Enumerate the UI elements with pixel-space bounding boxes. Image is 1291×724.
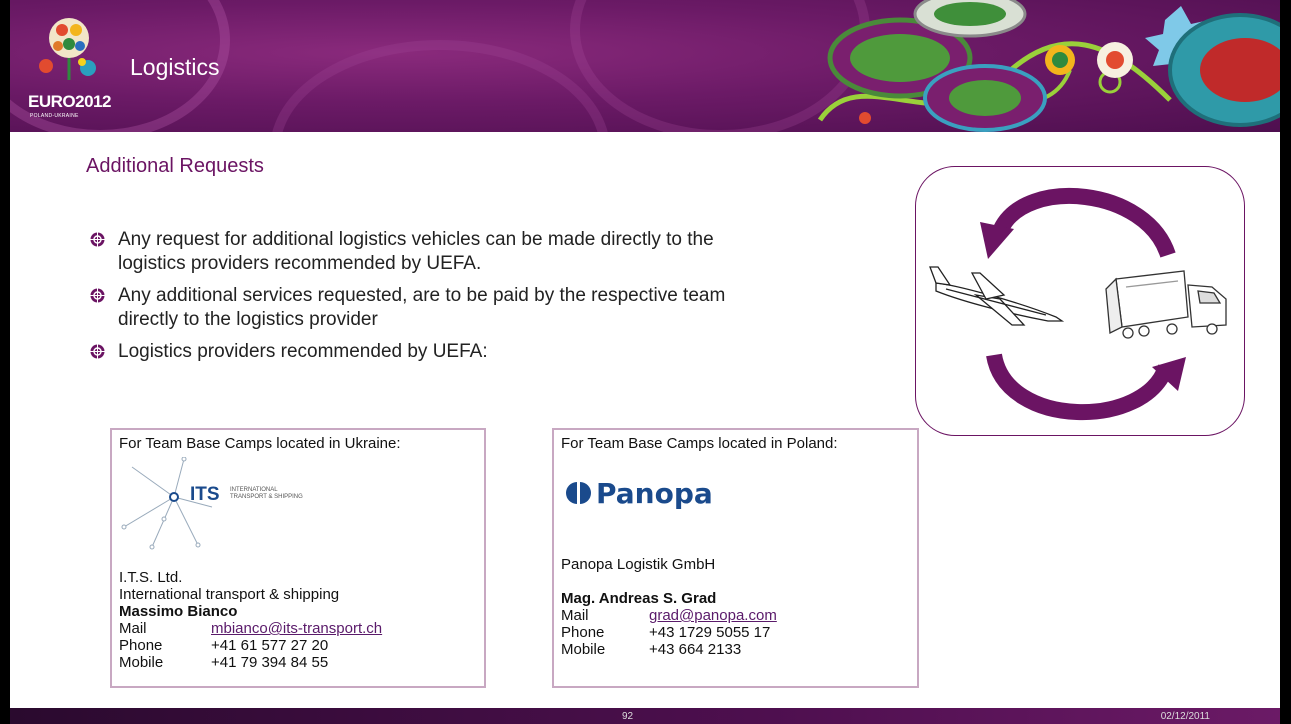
page-number: 92	[622, 711, 634, 722]
its-network-logo-icon: ITS INTERNATIONAL TRANSPORT & SHIPPING	[121, 456, 303, 550]
mobile-row: Mobile +43 664 2133	[561, 641, 777, 658]
logo-subtext: POLAND-UKRAINE	[30, 113, 79, 119]
contact-card-poland: For Team Base Camps located in Poland: P…	[552, 428, 919, 688]
mail-row: Mail grad@panopa.com	[561, 607, 777, 624]
truck-icon	[1105, 270, 1227, 339]
transport-cycle-diagram	[915, 166, 1245, 436]
euro2012-logo: EURO2012 POLAND-UKRAINE	[24, 14, 124, 119]
bullet-text: Logistics providers recommended by UEFA:	[118, 341, 488, 362]
arrow-top-icon	[993, 188, 1176, 258]
list-item: Any additional services requested, are t…	[88, 284, 778, 332]
phone-label: Phone	[561, 624, 605, 641]
footer-date: 02/12/2011	[1160, 711, 1210, 722]
its-logo-brand: ITS	[190, 484, 220, 505]
arrow-bottom-icon	[986, 353, 1174, 421]
mail-label: Mail	[119, 620, 147, 637]
phone-label: Phone	[119, 637, 163, 654]
mobile-value: +43 664 2133	[649, 641, 742, 658]
contact-person: Massimo Bianco	[119, 603, 238, 620]
phone-row: Phone +41 61 577 27 20	[119, 637, 477, 654]
contact-person: Mag. Andreas S. Grad	[561, 590, 717, 607]
ball-bullet-icon	[90, 288, 105, 303]
list-item: Any request for additional logistics veh…	[88, 228, 778, 276]
contact-heading: For Team Base Camps located in Ukraine:	[119, 435, 401, 452]
mobile-row: Mobile +41 79 394 84 55	[119, 654, 477, 671]
its-logo-tagline-2: TRANSPORT & SHIPPING	[230, 494, 303, 500]
header-banner: EURO2012 POLAND-UKRAINE Logistics	[10, 0, 1280, 132]
list-item: Logistics providers recommended by UEFA:	[88, 340, 778, 364]
page-title: Logistics	[130, 54, 220, 80]
bullet-text: Any request for additional logistics veh…	[118, 229, 714, 274]
mobile-label: Mobile	[561, 641, 606, 658]
panopa-logo-text: Panopa	[596, 476, 713, 510]
footer-bar: 92 02/12/2011	[10, 708, 1280, 724]
phone-value: +43 1729 5055 17	[649, 624, 771, 641]
contact-card-ukraine: For Team Base Camps located in Ukraine: …	[110, 428, 486, 688]
slide: EURO2012 POLAND-UKRAINE Logistics Additi…	[10, 0, 1280, 724]
ball-bullet-icon	[90, 344, 105, 359]
its-logo-tagline-1: INTERNATIONAL	[230, 487, 278, 493]
bullet-text: Any additional services requested, are t…	[118, 285, 726, 330]
phone-value: +41 61 577 27 20	[211, 637, 329, 654]
header-swirl	[270, 40, 610, 132]
airplane-icon	[929, 266, 1065, 326]
company-name: Panopa Logistik GmbH	[561, 556, 716, 573]
mail-row: Mail mbianco@its-transport.ch	[119, 620, 477, 637]
stadium-flowers-art	[817, 0, 1280, 132]
contact-heading: For Team Base Camps located in Poland:	[561, 435, 838, 452]
ball-bullet-icon	[90, 232, 105, 247]
mobile-label: Mobile	[119, 654, 164, 671]
panopa-logo: Panopa	[566, 476, 713, 510]
its-logo: ITS INTERNATIONAL TRANSPORT & SHIPPING	[112, 456, 484, 569]
cycle-illustration	[929, 188, 1227, 421]
company-description: International transport & shipping	[119, 586, 340, 603]
company-name: I.T.S. Ltd.	[119, 569, 183, 586]
panopa-mark-icon	[566, 482, 591, 504]
phone-row: Phone +43 1729 5055 17	[561, 624, 777, 641]
bullet-list: Any request for additional logistics veh…	[88, 228, 778, 372]
mail-label: Mail	[561, 607, 589, 624]
mail-link[interactable]: grad@panopa.com	[649, 607, 777, 624]
mail-link[interactable]: mbianco@its-transport.ch	[211, 620, 382, 637]
logo-text: EURO2012	[28, 92, 111, 111]
section-subtitle: Additional Requests	[86, 155, 264, 177]
mobile-value: +41 79 394 84 55	[211, 654, 329, 671]
trophy-emblem-icon	[39, 18, 96, 80]
